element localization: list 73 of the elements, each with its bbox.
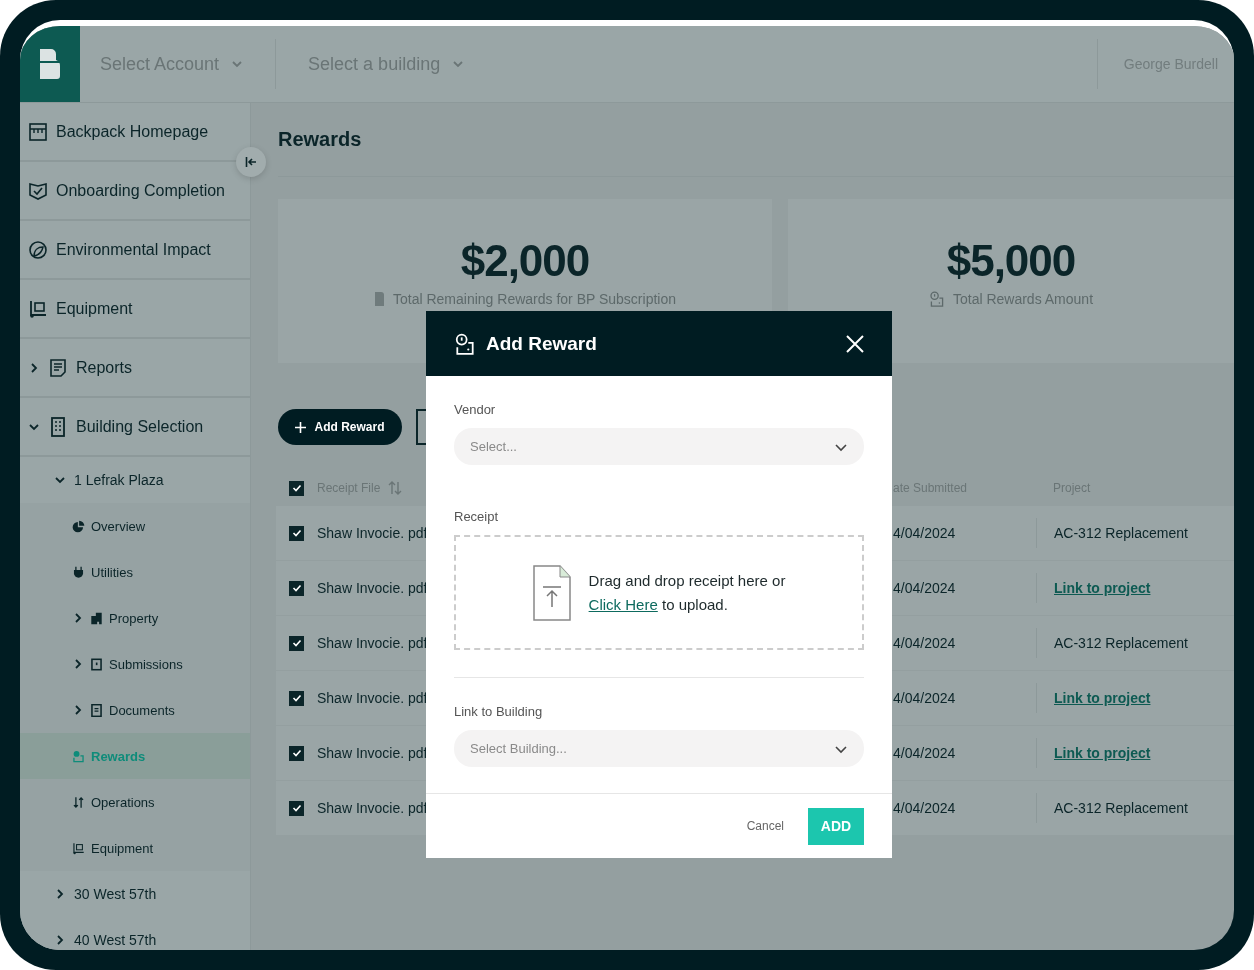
- chevron-right-icon[interactable]: [54, 934, 66, 946]
- sidebar-item[interactable]: Equipment: [20, 825, 250, 871]
- date-text: 4/04/2024: [893, 690, 956, 706]
- plug-icon: [72, 565, 85, 579]
- page-title: Rewards: [278, 128, 362, 151]
- date-text: 4/04/2024: [893, 525, 956, 541]
- collapse-sidebar-button[interactable]: [236, 147, 266, 177]
- building-icon: [48, 416, 68, 437]
- equipment-cart-icon: [72, 841, 85, 855]
- chevron-right-icon[interactable]: [72, 658, 84, 670]
- file-name: Shaw Invocie. pdf: [317, 635, 427, 651]
- sort-arrows-icon: [72, 795, 85, 809]
- close-icon[interactable]: [846, 334, 864, 353]
- sidebar-item[interactable]: Submissions: [20, 641, 250, 687]
- sidebar-item[interactable]: Environmental Impact: [20, 221, 250, 280]
- building-icon: [90, 611, 103, 625]
- plus-icon[interactable]: [295, 421, 307, 433]
- chevron-right-icon[interactable]: [72, 612, 84, 624]
- field-label: Receipt: [454, 509, 500, 524]
- sidebar-item[interactable]: Documents: [20, 687, 250, 733]
- date-text: 4/04/2024: [893, 745, 956, 761]
- click-here-link[interactable]: Click Here: [588, 595, 658, 613]
- receipt-icon: [928, 291, 945, 307]
- date-text: 4/04/2024: [893, 635, 956, 651]
- vendor-select[interactable]: Select...: [454, 428, 864, 465]
- card-caption: Total Remaining Rewards for BP Subscription: [393, 291, 676, 307]
- amount: $5,000: [946, 235, 1076, 287]
- sidebar-item[interactable]: Operations: [20, 779, 250, 825]
- pie-chart-icon: [72, 519, 85, 533]
- sidebar-item[interactable]: Utilities: [20, 549, 250, 595]
- file-upload-icon: [532, 564, 571, 621]
- sidebar-item[interactable]: Overview: [20, 503, 250, 549]
- amount: $2,000: [460, 235, 590, 287]
- report-icon: [48, 357, 68, 378]
- sidebar-item[interactable]: Property: [20, 595, 250, 641]
- file-name: Shaw Invocie. pdf: [317, 580, 427, 596]
- project-link[interactable]: Link to project: [1054, 745, 1151, 761]
- logo-icon: [38, 47, 62, 81]
- add-reward-button[interactable]: Add Reward: [278, 409, 402, 445]
- date-text: 4/04/2024: [893, 580, 956, 596]
- leaf-globe-icon: [28, 239, 48, 260]
- card-caption: Total Rewards Amount: [952, 291, 1094, 307]
- project-link[interactable]: Link to project: [1054, 690, 1151, 706]
- chevron-right-icon[interactable]: [54, 888, 66, 900]
- building-select[interactable]: Select Building...: [454, 730, 864, 767]
- collapse-icon[interactable]: [245, 156, 257, 168]
- reward-icon: [72, 749, 85, 763]
- file-name: Shaw Invocie. pdf: [317, 525, 427, 541]
- receipt-icon: [454, 332, 476, 355]
- field-label: Vendor: [454, 402, 497, 417]
- upload-instructions: Drag and drop receipt here or Click Here to upload.: [588, 570, 786, 615]
- file-name: Shaw Invocie. pdf: [317, 800, 427, 816]
- project-name: AC-312 Replacement: [1054, 800, 1188, 816]
- file-name: Shaw Invocie. pdf: [317, 745, 427, 761]
- storefront-icon: [28, 121, 48, 142]
- chevron-right-icon[interactable]: [72, 704, 84, 716]
- receipt-dropzone[interactable]: Drag and drop receipt here or Click Here to upload.: [454, 535, 864, 650]
- shield-check-icon: [28, 180, 48, 201]
- project-name: AC-312 Replacement: [1054, 525, 1188, 541]
- equipment-cart-icon: [28, 298, 48, 319]
- chevron-right-icon[interactable]: [28, 361, 40, 374]
- field-label: Link to Building: [454, 704, 544, 719]
- cancel-button[interactable]: Cancel: [740, 818, 790, 834]
- dialog-title: Add Reward: [486, 332, 597, 355]
- door-icon: [90, 657, 103, 671]
- project-name: AC-312 Replacement: [1054, 635, 1188, 651]
- chevron-down-icon[interactable]: [54, 474, 66, 486]
- sidebar-item[interactable]: Reports: [20, 339, 250, 398]
- file-name: Shaw Invocie. pdf: [317, 690, 427, 706]
- date-text: 4/04/2024: [893, 800, 956, 816]
- document-icon: [90, 703, 103, 717]
- sidebar-item[interactable]: Equipment: [20, 280, 250, 339]
- project-link[interactable]: Link to project: [1054, 580, 1151, 596]
